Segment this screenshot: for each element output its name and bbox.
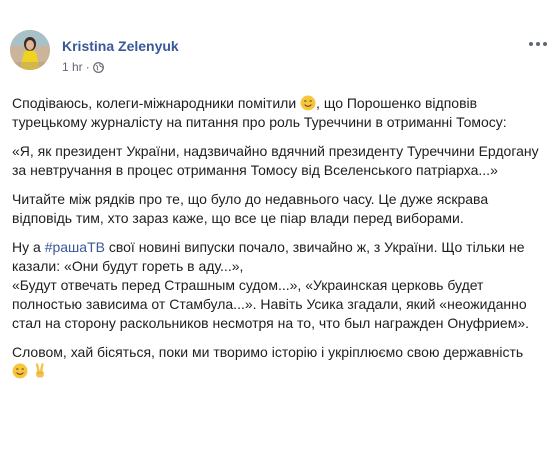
paragraph-5: Словом, хай бісяться, поки ми творимо іс… — [12, 343, 542, 381]
globe-icon[interactable] — [92, 61, 104, 73]
facebook-post: Kristina Zelenyuk 1 hr · Сподіваюсь, кол… — [0, 0, 560, 461]
victory-hand-icon — [35, 363, 44, 378]
paragraph-1-text: Сподіваюсь, колеги-міжнародники помітили — [12, 95, 297, 111]
paragraph-4-line-2: «Будут отвечать перед Страшным судом...»… — [12, 277, 530, 331]
meta-separator: · — [85, 60, 90, 74]
paragraph-1: Сподіваюсь, колеги-міжнародники помітили… — [12, 94, 542, 132]
smiling-face-icon — [12, 363, 28, 379]
paragraph-4: Ну а #рашаТВ свої новині випуски почало,… — [12, 238, 542, 333]
author-name[interactable]: Kristina Zelenyuk — [62, 38, 179, 54]
paragraph-4-start: Ну а — [12, 239, 45, 255]
paragraph-5-text: Словом, хай бісяться, поки ми творимо іс… — [12, 344, 524, 360]
smiling-face-icon — [300, 95, 316, 111]
post-time[interactable]: 1 hr — [62, 60, 83, 74]
paragraph-3: Читайте між рядків про те, що було до не… — [12, 191, 489, 226]
post-header: Kristina Zelenyuk 1 hr · — [10, 30, 550, 82]
hashtag-link[interactable]: #рашаТВ — [45, 239, 105, 255]
paragraph-2: «Я, як президент України, надзвичайно вд… — [12, 143, 539, 178]
avatar[interactable] — [10, 30, 50, 70]
more-options-icon[interactable] — [526, 36, 550, 52]
post-content: Сподіваюсь, колеги-міжнародники помітили… — [12, 94, 542, 391]
post-meta: 1 hr · — [62, 60, 104, 74]
profile-photo — [10, 30, 50, 70]
